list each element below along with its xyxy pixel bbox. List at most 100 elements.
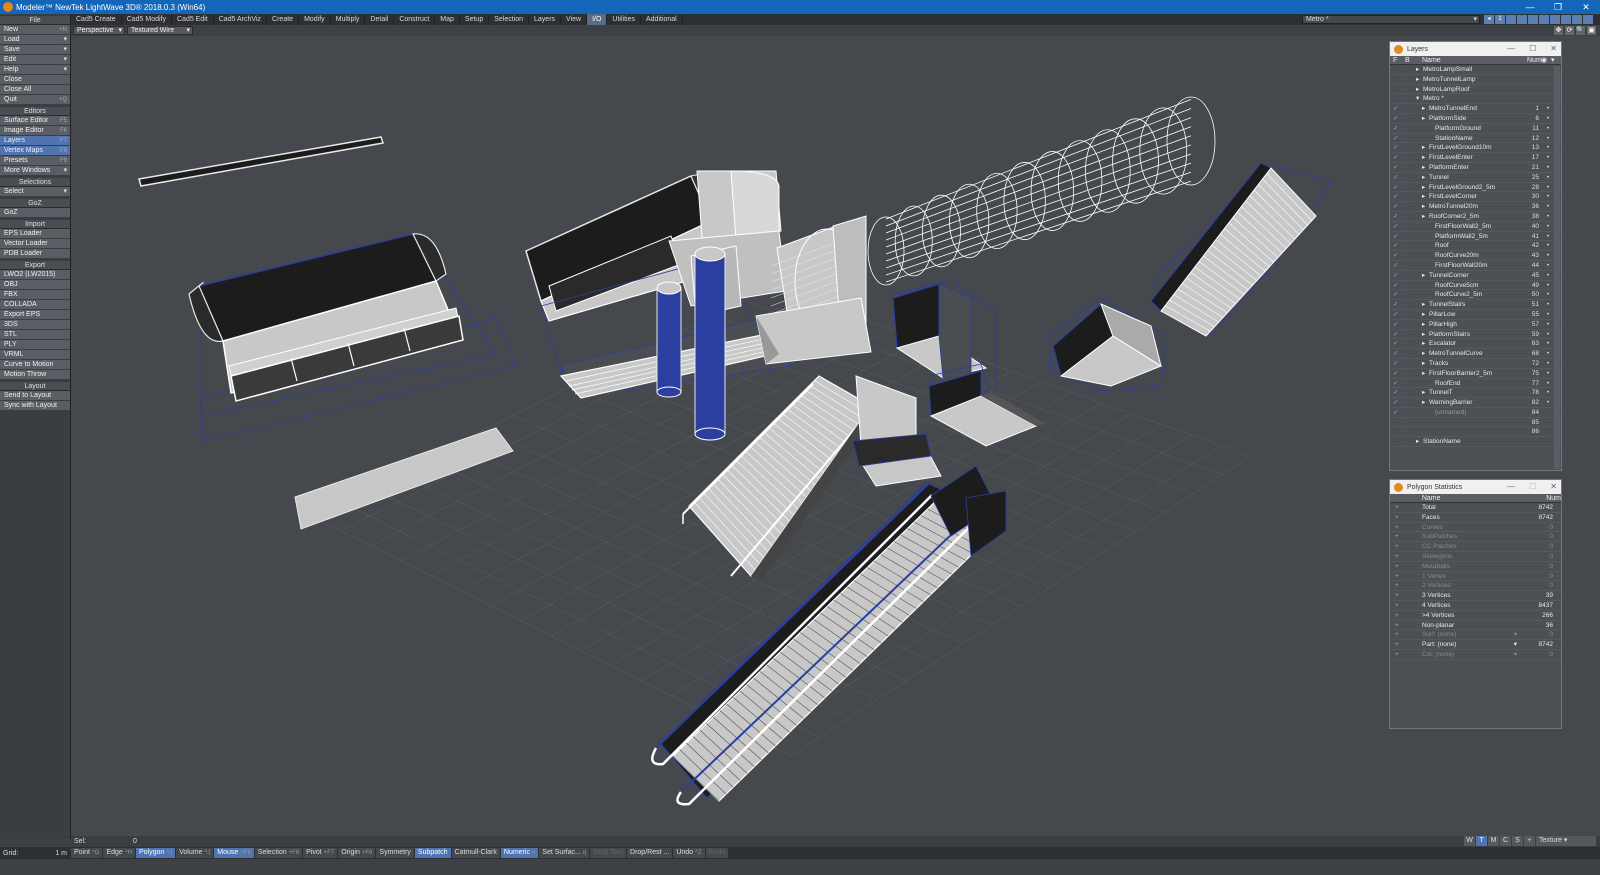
- layer-row[interactable]: ✓ · ▸ TunnelCorner 45 •: [1390, 271, 1561, 281]
- layer-row[interactable]: ✓ · ▸ PillarHigh 57 •: [1390, 320, 1561, 330]
- foreground-check-icon[interactable]: ✓: [1393, 281, 1398, 291]
- maximize-icon[interactable]: ☐: [1529, 480, 1536, 494]
- background-toggle[interactable]: ·: [1403, 104, 1405, 114]
- visibility-dot-icon[interactable]: •: [1547, 281, 1549, 291]
- stat-row-part-none[interactable]: + Part: (none) ▾ 8742: [1390, 640, 1561, 650]
- background-toggle[interactable]: ·: [1403, 427, 1405, 437]
- layer-row[interactable]: ✓ · RoofEnd 77 •: [1390, 379, 1561, 389]
- edge-button[interactable]: Edge ^H: [103, 848, 135, 858]
- background-toggle[interactable]: ·: [1403, 359, 1405, 369]
- layer-row[interactable]: ✓ · RoofCurve5cm 49 •: [1390, 281, 1561, 291]
- minimize-icon[interactable]: —: [1507, 480, 1515, 494]
- view-mode-c-button[interactable]: C: [1500, 836, 1511, 846]
- expand-arrow-icon[interactable]: ▸: [1422, 183, 1425, 193]
- drop-tool-button[interactable]: Drop Tool: [590, 848, 627, 858]
- expand-arrow-icon[interactable]: ▸: [1422, 114, 1425, 124]
- background-toggle[interactable]: ·: [1403, 271, 1405, 281]
- foreground-check-icon[interactable]: ✓: [1393, 114, 1398, 124]
- background-toggle[interactable]: ·: [1403, 212, 1405, 222]
- view-mode-s-button[interactable]: S: [1512, 836, 1523, 846]
- foreground-check-icon[interactable]: ✓: [1393, 212, 1398, 222]
- view-mode-item-button[interactable]: +: [1524, 836, 1535, 846]
- drop-rest-button[interactable]: Drop/Rest ...: [627, 848, 673, 858]
- background-toggle[interactable]: ·: [1403, 330, 1405, 340]
- foreground-check-icon[interactable]: ✓: [1393, 398, 1398, 408]
- foreground-check-icon[interactable]: ✓: [1393, 310, 1398, 320]
- layer-row[interactable]: · ▸ MetroLampSmall: [1390, 65, 1561, 75]
- edit-button[interactable]: Edit ▾: [0, 55, 70, 65]
- layer-row[interactable]: · 86: [1390, 427, 1561, 438]
- layer-row[interactable]: ✓ · ▸ PlatformEnter 21 •: [1390, 163, 1561, 173]
- foreground-check-icon[interactable]: ✓: [1393, 124, 1398, 134]
- redo-button[interactable]: Redo: [705, 848, 729, 858]
- background-toggle[interactable]: ·: [1403, 143, 1405, 153]
- layers-panel-titlebar[interactable]: Layers — ☐ ✕: [1390, 42, 1561, 56]
- select-plus-icon[interactable]: +: [1395, 621, 1399, 631]
- visibility-dot-icon[interactable]: •: [1547, 369, 1549, 379]
- expand-arrow-icon[interactable]: ▸: [1416, 85, 1419, 95]
- current-object-select[interactable]: Metro * ▾: [1302, 15, 1480, 24]
- foreground-check-icon[interactable]: ✓: [1393, 408, 1398, 418]
- select-plus-icon[interactable]: +: [1395, 581, 1399, 591]
- layer-row[interactable]: ✓ · RoofCurve2_5m 50 •: [1390, 290, 1561, 301]
- layer-row[interactable]: ✓ · PlatformGround 11 •: [1390, 124, 1561, 134]
- chevron-down-icon[interactable]: ▾: [1551, 56, 1555, 64]
- tab-utilities[interactable]: Utilities: [607, 14, 641, 25]
- mouse-button[interactable]: Mouse +F8: [214, 848, 254, 858]
- layer-slot-1[interactable]: [1506, 15, 1516, 24]
- expand-arrow-icon[interactable]: ▸: [1416, 437, 1419, 447]
- foreground-check-icon[interactable]: ✓: [1393, 134, 1398, 144]
- visibility-dot-icon[interactable]: •: [1547, 271, 1549, 281]
- obj-button[interactable]: OBJ: [0, 280, 70, 290]
- expand-arrow-icon[interactable]: ▸: [1422, 398, 1425, 408]
- stat-row-1-vertex[interactable]: +1 Vertex 0: [1390, 572, 1561, 582]
- layers-scrollbar[interactable]: [1554, 66, 1560, 469]
- layer-slot-6[interactable]: [1561, 15, 1571, 24]
- visibility-dot-icon[interactable]: •: [1547, 153, 1549, 163]
- foreground-check-icon[interactable]: ✓: [1393, 379, 1398, 389]
- foreground-check-icon[interactable]: ✓: [1393, 339, 1398, 349]
- background-toggle[interactable]: ·: [1403, 310, 1405, 320]
- visibility-dot-icon[interactable]: •: [1547, 251, 1549, 261]
- visibility-dot-icon[interactable]: •: [1547, 388, 1549, 398]
- layer-row[interactable]: · ▸ MetroLampRoof: [1390, 85, 1561, 95]
- close-all-button[interactable]: Close All: [0, 85, 70, 95]
- tab-detail[interactable]: Detail: [365, 14, 395, 25]
- stat-row-2-vertices[interactable]: +2 Vertices 0: [1390, 581, 1561, 592]
- background-toggle[interactable]: ·: [1403, 153, 1405, 163]
- expand-arrow-icon[interactable]: ▸: [1422, 153, 1425, 163]
- foreground-check-icon[interactable]: ✓: [1393, 173, 1398, 183]
- tab-cad5-archviz[interactable]: Cad5 ArchViz: [214, 14, 268, 25]
- column-b[interactable]: B: [1400, 56, 1422, 64]
- layer-row[interactable]: ✓ · Roof 42 •: [1390, 241, 1561, 252]
- layer-row[interactable]: ✓ · ▸ TunnelStairs 51 •: [1390, 300, 1561, 310]
- fbx-button[interactable]: FBX: [0, 290, 70, 300]
- background-toggle[interactable]: ·: [1403, 261, 1405, 271]
- layer-row[interactable]: ✓ · ▸ Tunnel 25 •: [1390, 173, 1561, 183]
- visibility-dot-icon[interactable]: •: [1547, 212, 1549, 222]
- column-f[interactable]: F: [1390, 56, 1400, 64]
- layer-row[interactable]: ✓ · ▸ Tracks 72 •: [1390, 359, 1561, 369]
- background-toggle[interactable]: ·: [1403, 290, 1405, 300]
- visibility-dot-icon[interactable]: •: [1547, 310, 1549, 320]
- tab-multiply[interactable]: Multiply: [331, 14, 366, 25]
- background-toggle[interactable]: ·: [1403, 388, 1405, 398]
- select-plus-icon[interactable]: +: [1395, 601, 1399, 611]
- visibility-dot-icon[interactable]: •: [1547, 330, 1549, 340]
- select-plus-icon[interactable]: +: [1395, 630, 1399, 640]
- polygon-button[interactable]: Polygon ^J: [135, 848, 176, 858]
- expand-arrow-icon[interactable]: ▸: [1422, 388, 1425, 398]
- stat-row-total[interactable]: + Total 8742: [1390, 503, 1561, 513]
- background-toggle[interactable]: ·: [1403, 85, 1405, 95]
- layer-row[interactable]: ✓ · ▸ FirstLevelEnter 17 •: [1390, 153, 1561, 163]
- visibility-dot-icon[interactable]: •: [1547, 290, 1549, 300]
- 3ds-button[interactable]: 3DS: [0, 320, 70, 330]
- visibility-dot-icon[interactable]: •: [1547, 232, 1549, 242]
- column-num[interactable]: Num: [1527, 56, 1542, 64]
- load-button[interactable]: Load ▾: [0, 35, 70, 45]
- perspective-viewport[interactable]: Layers — ☐ ✕ F B Name Num ◉ ▾ · ▸ MetroLam…: [71, 36, 1600, 836]
- visibility-dot-icon[interactable]: •: [1547, 202, 1549, 212]
- select-plus-icon[interactable]: +: [1395, 513, 1399, 523]
- layer-row[interactable]: ✓ · ▸ FirstFloorBarrier2_5m 75 •: [1390, 369, 1561, 379]
- layer-row[interactable]: ✓ · PlatformWall2_5m 41 •: [1390, 232, 1561, 242]
